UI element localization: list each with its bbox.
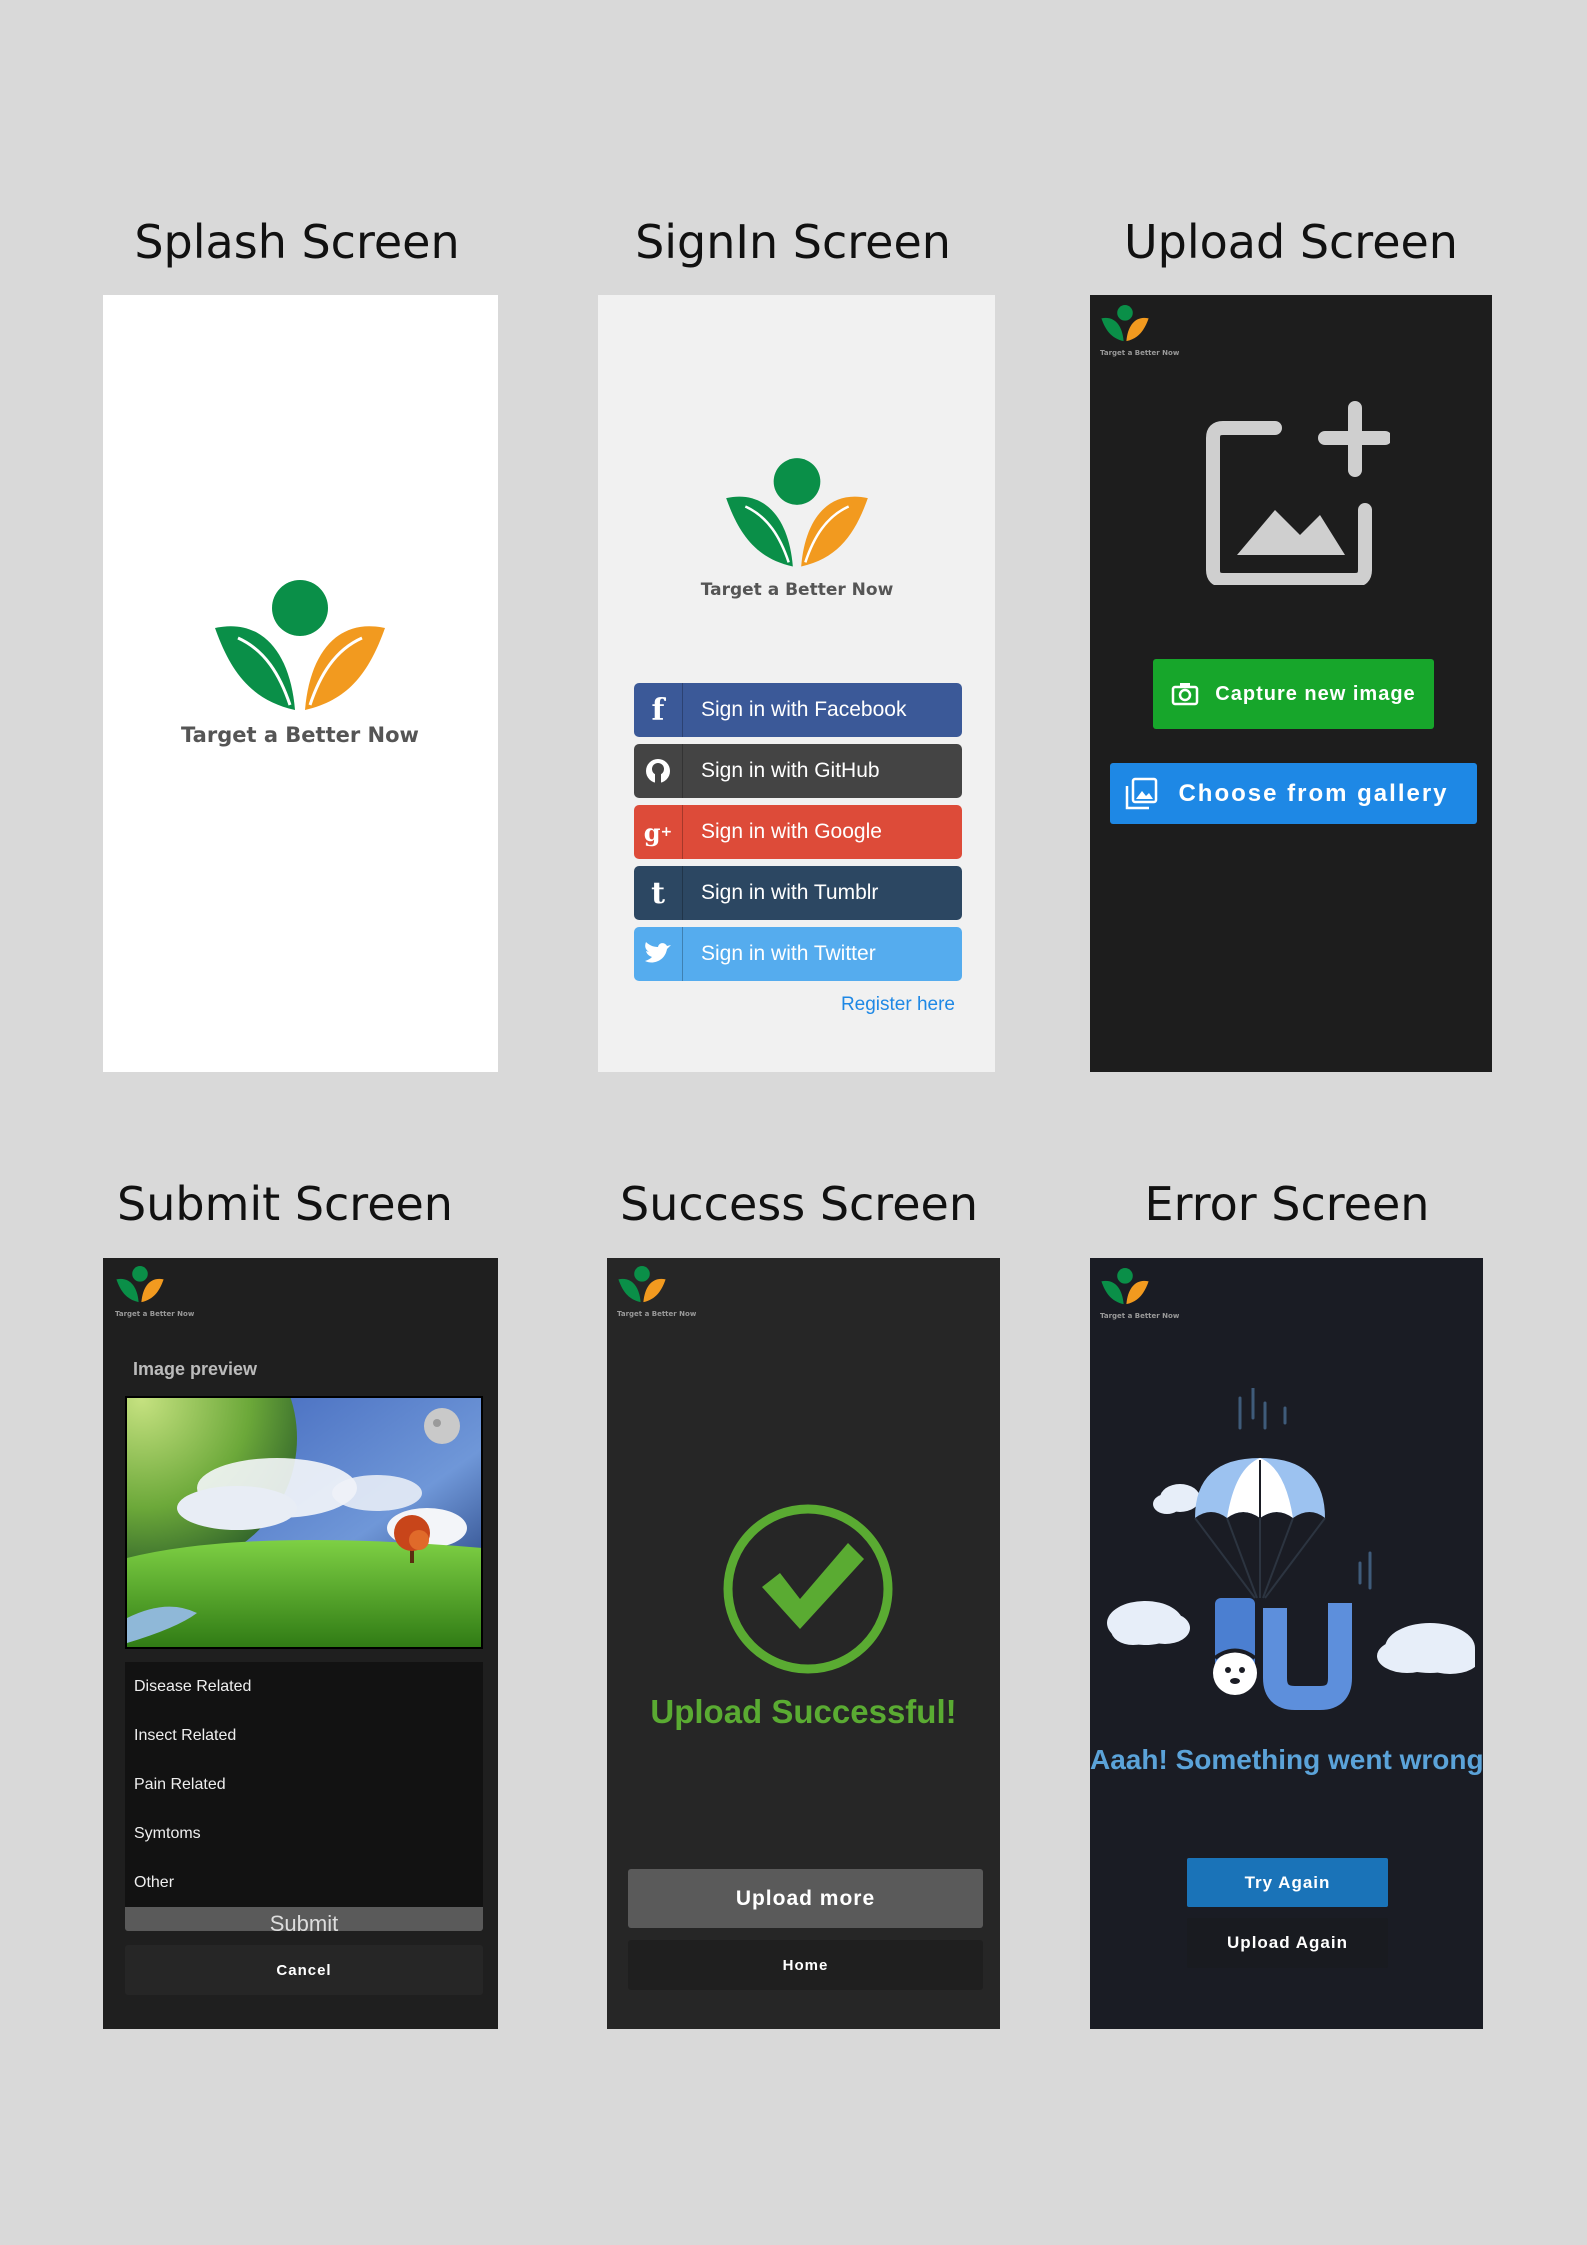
brand-name: Target a Better Now: [700, 580, 894, 600]
button-label: Sign in with Google: [701, 820, 882, 843]
brand-logo: Target a Better Now: [617, 1266, 697, 1318]
try-again-button[interactable]: Try Again: [1187, 1858, 1388, 1907]
choose-from-gallery-button[interactable]: Choose from gallery: [1110, 763, 1477, 824]
brand-logo: Target a Better Now: [115, 1266, 195, 1318]
home-button[interactable]: Home: [628, 1940, 983, 1990]
dropdown-option[interactable]: Insect Related: [125, 1711, 483, 1760]
error-screen-title: Error Screen: [1144, 1177, 1430, 1231]
button-label: Try Again: [1244, 1872, 1331, 1892]
dropdown-option[interactable]: Symtoms: [125, 1809, 483, 1858]
dropdown-option[interactable]: Disease Related: [125, 1662, 483, 1711]
brand-name: Target a Better Now: [1100, 349, 1180, 357]
leaf-logo-icon: [1101, 1268, 1149, 1305]
leaf-logo-icon: [116, 1266, 164, 1303]
button-label: Home: [782, 1956, 829, 1974]
brand-name: Target a Better Now: [115, 1310, 195, 1318]
tumblr-icon: t: [634, 866, 683, 920]
leaf-logo-icon: [618, 1266, 666, 1303]
brand-logo: Target a Better Now: [692, 458, 902, 600]
upload-screen-title: Upload Screen: [1124, 215, 1458, 269]
signin-screen: Target a Better Now f Sign in with Faceb…: [598, 295, 995, 1072]
brand-logo: Target a Better Now: [175, 580, 425, 747]
github-icon: [634, 744, 683, 798]
button-label: Choose from gallery: [1178, 779, 1449, 807]
success-screen-title: Success Screen: [620, 1177, 978, 1231]
submit-screen: Target a Better Now Image preview Diseas…: [103, 1258, 498, 2029]
cancel-button[interactable]: Cancel: [125, 1945, 483, 1995]
success-screen: Target a Better Now Upload Successful! U…: [607, 1258, 1000, 2029]
facebook-icon: f: [634, 683, 683, 737]
splash-screen: Target a Better Now: [103, 295, 498, 1072]
button-label: Upload more: [735, 1886, 876, 1910]
google-plus-icon: g +: [634, 805, 683, 859]
camera-icon: [1172, 683, 1199, 706]
brand-logo: Target a Better Now: [1100, 305, 1180, 357]
error-screen: Target a Better Now Aaah! Something went…: [1090, 1258, 1483, 2029]
brand-name: Target a Better Now: [1100, 1312, 1180, 1320]
sign-in-github-button[interactable]: Sign in with GitHub: [634, 744, 962, 798]
parachute-illustration: [1107, 1388, 1475, 1710]
upload-more-button[interactable]: Upload more: [628, 1869, 983, 1928]
leaf-logo-icon: [726, 458, 868, 567]
brand-name: Target a Better Now: [181, 723, 419, 747]
upload-screen: Target a Better Now Capture new image Ch…: [1090, 295, 1492, 1072]
landscape-image: [127, 1398, 481, 1647]
image-preview: [125, 1396, 483, 1649]
image-preview-label: Image preview: [133, 1359, 258, 1379]
brand-name: Target a Better Now: [617, 1310, 697, 1318]
brand-logo: Target a Better Now: [1100, 1268, 1180, 1320]
submit-screen-title: Submit Screen: [117, 1177, 453, 1231]
submit-button[interactable]: Submit: [125, 1907, 483, 1931]
category-dropdown-list[interactable]: Disease Related Insect Related Pain Rela…: [125, 1662, 483, 1907]
sign-in-google-button[interactable]: g + Sign in with Google: [634, 805, 962, 859]
dropdown-option[interactable]: Other: [125, 1858, 483, 1907]
sign-in-facebook-button[interactable]: f Sign in with Facebook: [634, 683, 962, 737]
add-image-icon[interactable]: [1205, 400, 1390, 585]
twitter-icon: [634, 927, 683, 981]
button-label: Sign in with Twitter: [701, 942, 876, 965]
upload-again-button[interactable]: Upload Again: [1187, 1918, 1388, 1968]
sign-in-twitter-button[interactable]: Sign in with Twitter: [634, 927, 962, 981]
capture-image-button[interactable]: Capture new image: [1153, 659, 1434, 729]
button-label: Sign in with Facebook: [701, 698, 907, 721]
register-link[interactable]: Register here: [841, 994, 955, 1016]
sign-in-tumblr-button[interactable]: t Sign in with Tumblr: [634, 866, 962, 920]
button-label: Submit: [269, 1911, 339, 1931]
button-label: Sign in with Tumblr: [701, 881, 879, 904]
check-circle-icon: [723, 1504, 893, 1674]
leaf-logo-icon: [215, 580, 385, 710]
error-message: Aaah! Something went wrong: [1090, 1744, 1483, 1775]
button-label: Capture new image: [1215, 682, 1416, 705]
splash-screen-title: Splash Screen: [134, 215, 460, 269]
gallery-icon: [1125, 777, 1158, 809]
button-label: Sign in with GitHub: [701, 759, 880, 782]
button-label: Cancel: [276, 1961, 332, 1979]
dropdown-option[interactable]: Pain Related: [125, 1760, 483, 1809]
signin-screen-title: SignIn Screen: [635, 215, 951, 269]
success-message: Upload Successful!: [650, 1693, 957, 1730]
leaf-logo-icon: [1101, 305, 1149, 342]
button-label: Upload Again: [1227, 1933, 1348, 1952]
